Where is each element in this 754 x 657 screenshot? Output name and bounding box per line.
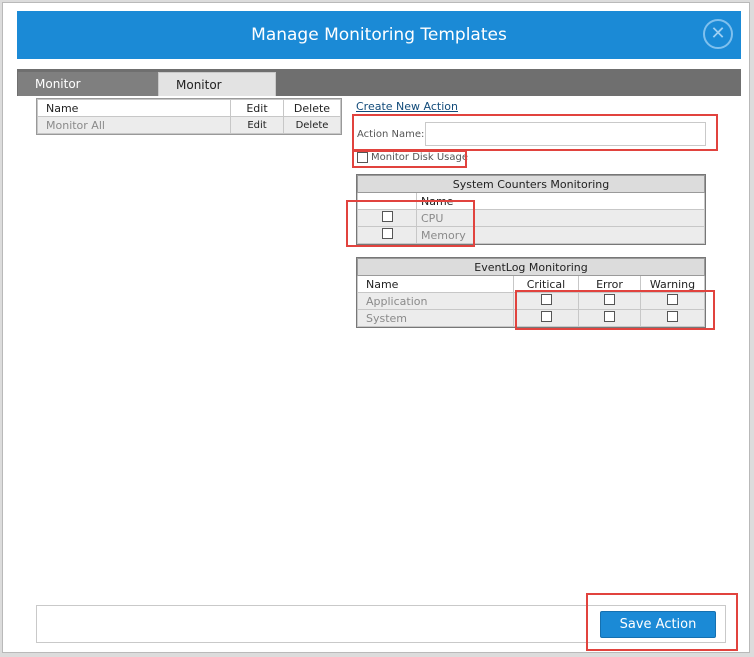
- create-new-action-link[interactable]: Create New Action: [356, 100, 458, 113]
- monitor-disk-usage-row: Monitor Disk Usage: [357, 152, 468, 163]
- error-cell: [578, 309, 641, 327]
- eventlog-name: System: [357, 309, 514, 327]
- system-counters-table: System Counters Monitoring Name CPU Memo…: [356, 174, 706, 245]
- close-icon[interactable]: ✕: [703, 19, 733, 49]
- eventlog-title: EventLog Monitoring: [357, 258, 705, 276]
- dialog-header: Manage Monitoring Templates ✕: [17, 11, 741, 59]
- column-header-select: [357, 192, 417, 210]
- save-action-button[interactable]: Save Action: [600, 611, 716, 638]
- column-header-name: Name: [416, 192, 705, 210]
- table-row: Application: [357, 292, 705, 310]
- system-error-checkbox[interactable]: [604, 311, 615, 322]
- critical-cell: [513, 292, 579, 310]
- eventlog-table: EventLog Monitoring Name Critical Error …: [356, 257, 706, 328]
- table-row: Memory: [357, 226, 705, 244]
- templates-table: Name Edit Delete Monitor All Edit Delete: [36, 98, 342, 135]
- column-header-error: Error: [578, 275, 641, 293]
- column-header-delete: Delete: [283, 99, 341, 117]
- counter-name: CPU: [416, 209, 705, 227]
- monitor-disk-usage-label: Monitor Disk Usage: [371, 152, 469, 163]
- application-warning-checkbox[interactable]: [667, 294, 678, 305]
- warning-cell: [640, 309, 705, 327]
- memory-checkbox-cell: [357, 226, 417, 244]
- table-row[interactable]: Monitor All Edit Delete: [37, 116, 341, 134]
- action-name-input[interactable]: [425, 122, 706, 146]
- delete-link[interactable]: Delete: [283, 116, 341, 134]
- column-header-edit: Edit: [230, 99, 284, 117]
- tab-monitor-actions[interactable]: Monitor Actions: [158, 72, 276, 116]
- memory-checkbox[interactable]: [381, 228, 393, 239]
- application-critical-checkbox[interactable]: [540, 294, 552, 305]
- column-header-critical: Critical: [513, 275, 579, 293]
- eventlog-name: Application: [357, 292, 514, 310]
- column-header-warning: Warning: [640, 275, 705, 293]
- cpu-checkbox-cell: [357, 209, 417, 227]
- monitor-disk-usage-checkbox[interactable]: [357, 152, 368, 163]
- warning-cell: [640, 292, 705, 310]
- tab-bar: Monitor Templates Monitor Actions: [17, 69, 741, 116]
- counter-name: Memory: [416, 226, 705, 244]
- error-cell: [578, 292, 641, 310]
- system-warning-checkbox[interactable]: [667, 311, 678, 322]
- application-error-checkbox[interactable]: [604, 294, 615, 305]
- critical-cell: [513, 309, 579, 327]
- system-counters-title: System Counters Monitoring: [357, 175, 705, 193]
- template-name: Monitor All: [37, 116, 231, 134]
- table-row: CPU: [357, 209, 705, 227]
- system-critical-checkbox[interactable]: [540, 311, 552, 322]
- column-header-name: Name: [357, 275, 514, 293]
- edit-link[interactable]: Edit: [230, 116, 284, 134]
- table-row: System: [357, 309, 705, 327]
- action-name-label: Action Name:: [357, 129, 425, 140]
- column-header-name: Name: [37, 99, 231, 117]
- dialog-title: Manage Monitoring Templates: [251, 25, 507, 45]
- cpu-checkbox[interactable]: [381, 211, 393, 222]
- tab-monitor-templates[interactable]: Monitor Templates: [18, 72, 158, 115]
